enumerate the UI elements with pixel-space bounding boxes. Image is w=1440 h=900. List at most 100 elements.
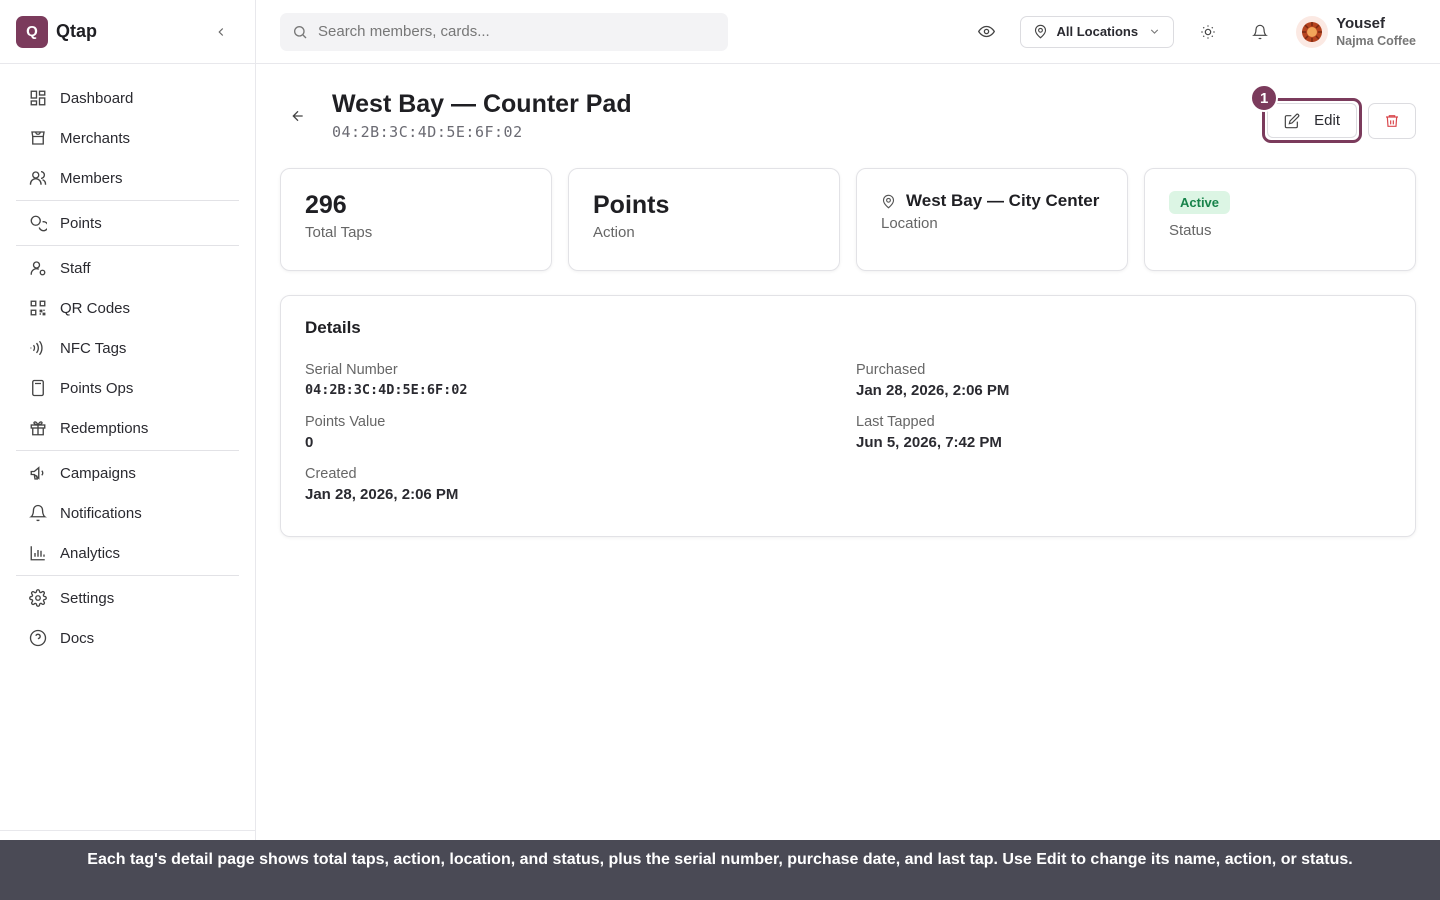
stat-value: 296 [305,191,347,219]
field-label: Last Tapped [856,414,935,430]
page-header: West Bay — Counter Pad 04:2B:3C:4D:5E:6F… [280,84,1416,168]
stat-label: Location [881,215,938,232]
sidebar-item-label: Redemptions [60,419,149,437]
sidebar-nav: Dashboard Merchants Members Points Staff… [0,64,255,658]
brand-header: Q Qtap [0,0,255,64]
user-cog-icon [28,258,48,278]
brand-logo[interactable]: Q [16,15,48,48]
edit-button[interactable]: Edit [1267,103,1357,138]
stat-location-value: West Bay — City Center [881,191,1103,211]
field-label: Created [305,466,357,482]
bell-icon [28,503,48,523]
sidebar-item-points-ops[interactable]: Points Ops [16,368,239,408]
collapse-sidebar-button[interactable] [209,20,233,44]
stat-card-total-taps: 296 Total Taps [280,168,552,271]
sidebar-item-members[interactable]: Members [16,158,239,198]
status-badge: Active [1169,191,1231,214]
location-select-value: All Locations [1056,24,1139,39]
detail-created: Created Jan 28, 2026, 2:06 PM [305,466,856,503]
arrow-left-icon [292,110,303,122]
sidebar-item-staff[interactable]: Staff [16,248,239,288]
nav-divider [16,575,239,576]
nfc-icon [28,338,48,358]
sidebar-item-label: Members [60,169,123,187]
avatar-logo-icon [1302,21,1323,42]
stat-label: Total Taps [305,224,373,241]
sidebar-item-label: Notifications [60,504,142,522]
sidebar-item-label: Points [60,214,102,232]
sidebar-item-analytics[interactable]: Analytics [16,533,239,573]
sidebar-item-settings[interactable]: Settings [16,578,239,618]
field-label: Serial Number [305,362,398,378]
field-label: Purchased [856,362,926,378]
coins-icon [28,213,48,233]
notifications-button[interactable] [1242,14,1278,50]
preview-button[interactable] [968,14,1004,50]
dashboard-icon [28,88,48,108]
sidebar-item-redemptions[interactable]: Redemptions [16,408,239,448]
step-badge: 1 [1250,84,1279,112]
detail-last-tapped: Last Tapped Jun 5, 2026, 7:42 PM [856,414,1391,451]
field-value: Jan 28, 2026, 2:06 PM [305,486,459,503]
sidebar-item-merchants[interactable]: Merchants [16,118,239,158]
user-menu[interactable]: Yousef Najma Coffee [1296,15,1416,48]
gear-icon [28,588,48,608]
field-value: Jun 5, 2026, 7:42 PM [856,434,1002,451]
sidebar-item-points[interactable]: Points [16,203,239,243]
user-org: Najma Coffee [1336,34,1416,48]
detail-points-value: Points Value 0 [305,414,856,451]
stat-card-location: West Bay — City Center Location [856,168,1128,271]
brand-name: Qtap [56,21,98,41]
sidebar-item-docs[interactable]: Docs [16,618,239,658]
stat-value: Points [593,191,670,219]
field-label: Points Value [305,414,386,430]
theme-toggle-button[interactable] [1190,14,1226,50]
bar-chart-icon [28,543,48,563]
nav-divider [16,245,239,246]
chevron-left-icon [218,27,224,36]
detail-serial-number: Serial Number 04:2B:3C:4D:5E:6F:02 [305,362,856,399]
sidebar-item-nfc-tags[interactable]: NFC Tags [16,328,239,368]
sidebar-item-campaigns[interactable]: Campaigns [16,453,239,493]
edit-button-label: Edit [1314,112,1340,129]
qr-code-icon [28,298,48,318]
sidebar-item-qr-codes[interactable]: QR Codes [16,288,239,328]
sidebar-item-label: Merchants [60,129,131,147]
location-name: West Bay — City Center [906,191,1100,210]
stat-card-action: Points Action [568,168,840,271]
field-value: Jan 28, 2026, 2:06 PM [856,382,1010,399]
nav-divider [16,450,239,451]
chevron-down-icon [1148,25,1161,38]
users-icon [28,168,48,188]
sidebar-item-label: Analytics [60,544,121,562]
sun-icon [1201,24,1215,39]
sidebar-item-label: Campaigns [60,464,136,482]
page-title-block: West Bay — Counter Pad 04:2B:3C:4D:5E:6F… [332,88,632,141]
sidebar-item-label: QR Codes [60,299,131,317]
map-pin-icon [881,194,896,209]
sidebar-item-dashboard[interactable]: Dashboard [16,78,239,118]
page-title: West Bay — Counter Pad [332,90,632,118]
sidebar-item-notifications[interactable]: Notifications [16,493,239,533]
search-input[interactable] [318,23,716,40]
location-select[interactable]: All Locations [1020,15,1175,48]
topbar-actions: All Locations Yousef Najma Coffee [968,14,1416,50]
trash-icon [1386,114,1398,127]
delete-button[interactable] [1368,102,1416,139]
help-circle-icon [28,628,48,648]
details-title: Details [305,318,361,337]
stat-label: Action [593,224,635,241]
edit-icon [1284,113,1300,129]
page-subtitle-serial: 04:2B:3C:4D:5E:6F:02 [332,123,523,141]
topbar: All Locations Yousef Najma Coffee [256,0,1440,64]
megaphone-icon [28,463,48,483]
search-box[interactable] [280,12,728,51]
sidebar-item-label: Dashboard [60,89,134,107]
user-info: Yousef Najma Coffee [1336,15,1416,48]
sidebar-item-label: Docs [60,629,95,647]
sidebar-item-label: Points Ops [60,379,134,397]
back-button[interactable] [280,98,316,134]
tutorial-tip-text: Each tag's detail page shows total taps,… [87,851,1353,868]
sidebar: Q Qtap Dashboard Merchants Members Point… [0,0,256,900]
avatar [1296,15,1329,48]
